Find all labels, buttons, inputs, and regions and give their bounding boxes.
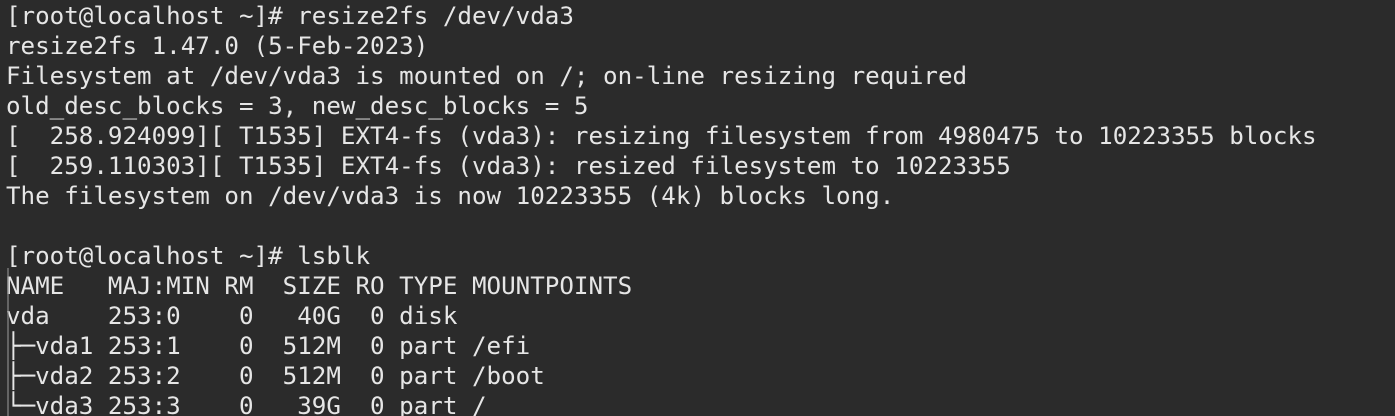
- terminal-line-prompt-resize2fs: [root@localhost ~]# resize2fs /dev/vda3: [6, 2, 574, 30]
- terminal-line-kernel-resizing: [ 258.924099][ T1535] EXT4-fs (vda3): re…: [6, 122, 1317, 150]
- terminal-line-result: The filesystem on /dev/vda3 is now 10223…: [6, 182, 895, 210]
- lsblk-row-vda1: ├─vda1 253:1 0 512M 0 part /efi: [6, 332, 531, 360]
- lsblk-row-vda: vda 253:0 0 40G 0 disk: [6, 302, 458, 330]
- terminal-line-kernel-resized: [ 259.110303][ T1535] EXT4-fs (vda3): re…: [6, 152, 1011, 180]
- lsblk-row-vda3: └─vda3 253:3 0 39G 0 part /: [6, 392, 487, 416]
- lsblk-row-vda2: ├─vda2 253:2 0 512M 0 part /boot: [6, 362, 545, 390]
- terminal-window[interactable]: [root@localhost ~]# resize2fs /dev/vda3 …: [0, 0, 1395, 416]
- selection-margin-bar: [7, 268, 9, 416]
- lsblk-header-row: NAME MAJ:MIN RM SIZE RO TYPE MOUNTPOINTS: [6, 272, 633, 300]
- terminal-line-mounted-notice: Filesystem at /dev/vda3 is mounted on /;…: [6, 62, 968, 90]
- terminal-line-prompt-lsblk: [root@localhost ~]# lsblk: [6, 242, 371, 270]
- terminal-line-version: resize2fs 1.47.0 (5-Feb-2023): [6, 32, 429, 60]
- terminal-line-desc-blocks: old_desc_blocks = 3, new_desc_blocks = 5: [6, 92, 589, 120]
